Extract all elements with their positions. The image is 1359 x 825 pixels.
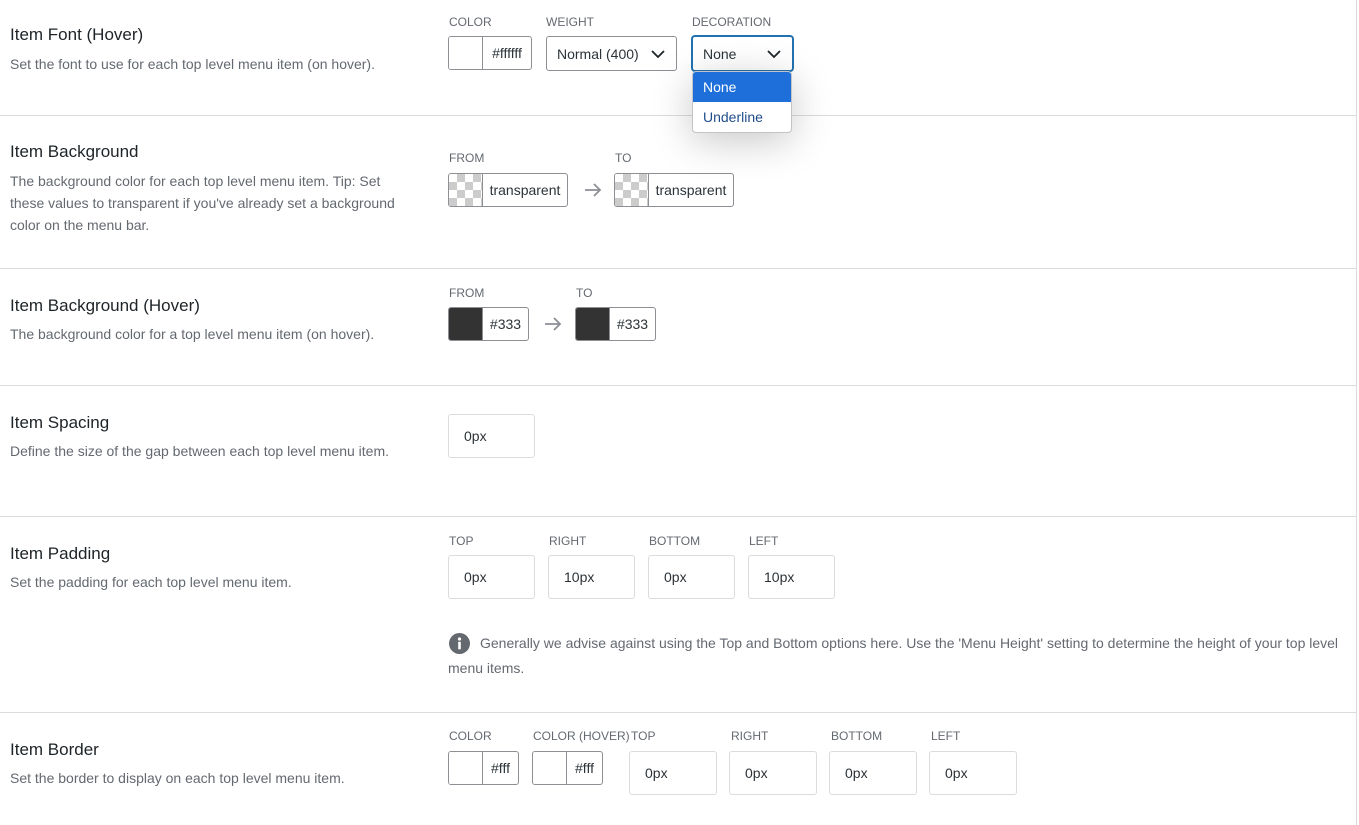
color-value: #fff [575, 760, 594, 776]
background-to-picker[interactable]: transparent [614, 173, 734, 207]
section-item-border: Item Border Set the border to display on… [0, 713, 1357, 825]
color-swatch[interactable] [576, 308, 610, 340]
color-value: #333 [616, 316, 649, 332]
font-color-picker[interactable]: #ffffff [448, 36, 532, 70]
background-from-picker[interactable]: transparent [448, 173, 568, 207]
section-title: Item Background [10, 142, 139, 161]
decoration-option-none[interactable]: None [693, 72, 791, 102]
section-item-padding: Item Padding Set the padding for each to… [0, 517, 1357, 713]
border-bottom-input[interactable]: 0px [829, 751, 917, 795]
section-item-background: Item Background The background color for… [0, 116, 1357, 269]
section-description: Set the font to use for each top level m… [10, 56, 375, 72]
color-value: transparent [489, 182, 561, 198]
section-item-background-hover: Item Background (Hover) The background c… [0, 269, 1357, 386]
section-title: Item Border [10, 740, 99, 759]
to-label: TO [576, 286, 593, 300]
color-value: transparent [655, 182, 727, 198]
chevron-down-icon [767, 50, 781, 59]
color-swatch[interactable] [449, 37, 483, 69]
arrow-right-icon [545, 317, 562, 331]
right-label: RIGHT [549, 534, 587, 548]
padding-left-input[interactable]: 10px [748, 555, 835, 599]
left-label: LEFT [749, 534, 779, 548]
color-label: COLOR [449, 15, 492, 29]
border-right-input[interactable]: 0px [729, 751, 817, 795]
transparent-swatch[interactable] [615, 174, 649, 206]
chevron-down-icon [651, 50, 665, 59]
border-color-picker[interactable]: #fff [448, 751, 519, 785]
section-description: Define the size of the gap between each … [10, 443, 390, 459]
weight-label: WEIGHT [546, 15, 594, 29]
color-value: #333 [489, 316, 522, 332]
spacing-input[interactable]: 0px [448, 414, 535, 458]
section-title: Item Font (Hover) [10, 25, 144, 44]
decoration-value: None [703, 45, 737, 62]
border-color-hover-picker[interactable]: #fff [532, 751, 603, 785]
decoration-option-underline[interactable]: Underline [693, 102, 791, 132]
background-hover-from-picker[interactable]: #333 [448, 307, 529, 341]
section-title: Item Padding [10, 544, 111, 563]
padding-bottom-input[interactable]: 0px [648, 555, 735, 599]
color-value: #ffffff [492, 45, 522, 61]
color-swatch[interactable] [449, 752, 483, 784]
padding-right-input[interactable]: 10px [548, 555, 635, 599]
weight-select[interactable]: Normal (400) [546, 36, 677, 71]
top-label: TOP [631, 729, 656, 743]
color-value: #fff [491, 760, 510, 776]
section-description: Set the padding for each top level menu … [10, 574, 292, 590]
transparent-swatch[interactable] [449, 174, 483, 206]
decoration-dropdown-menu: None Underline [692, 71, 792, 133]
to-label: TO [615, 151, 632, 165]
border-top-input[interactable]: 0px [629, 751, 717, 795]
section-title: Item Spacing [10, 413, 110, 432]
decoration-select[interactable]: None [692, 36, 793, 71]
right-label: RIGHT [731, 729, 769, 743]
border-left-input[interactable]: 0px [929, 751, 1017, 795]
section-title: Item Background (Hover) [10, 296, 200, 315]
from-label: FROM [449, 151, 485, 165]
section-description: The background color for a top level men… [10, 326, 375, 342]
decoration-label: DECORATION [692, 15, 772, 29]
padding-info-text: Generally we advise against using the To… [448, 635, 1339, 676]
from-label: FROM [449, 286, 485, 300]
padding-top-input[interactable]: 0px [448, 555, 535, 599]
bottom-label: BOTTOM [649, 534, 701, 548]
bottom-label: BOTTOM [831, 729, 883, 743]
weight-value: Normal (400) [557, 45, 639, 62]
section-item-font-hover: Item Font (Hover) Set the font to use fo… [0, 0, 1357, 116]
color-label: COLOR [449, 729, 492, 743]
arrow-right-icon [585, 183, 602, 197]
color-swatch[interactable] [533, 752, 567, 784]
section-description: Set the border to display on each top le… [10, 770, 345, 786]
left-label: LEFT [931, 729, 961, 743]
color-hover-label: COLOR (HOVER) [533, 729, 630, 743]
section-item-spacing: Item Spacing Define the size of the gap … [0, 386, 1357, 517]
section-description: The background color for each top level … [10, 173, 395, 233]
background-hover-to-picker[interactable]: #333 [575, 307, 656, 341]
top-label: TOP [449, 534, 474, 548]
color-swatch[interactable] [449, 308, 483, 340]
